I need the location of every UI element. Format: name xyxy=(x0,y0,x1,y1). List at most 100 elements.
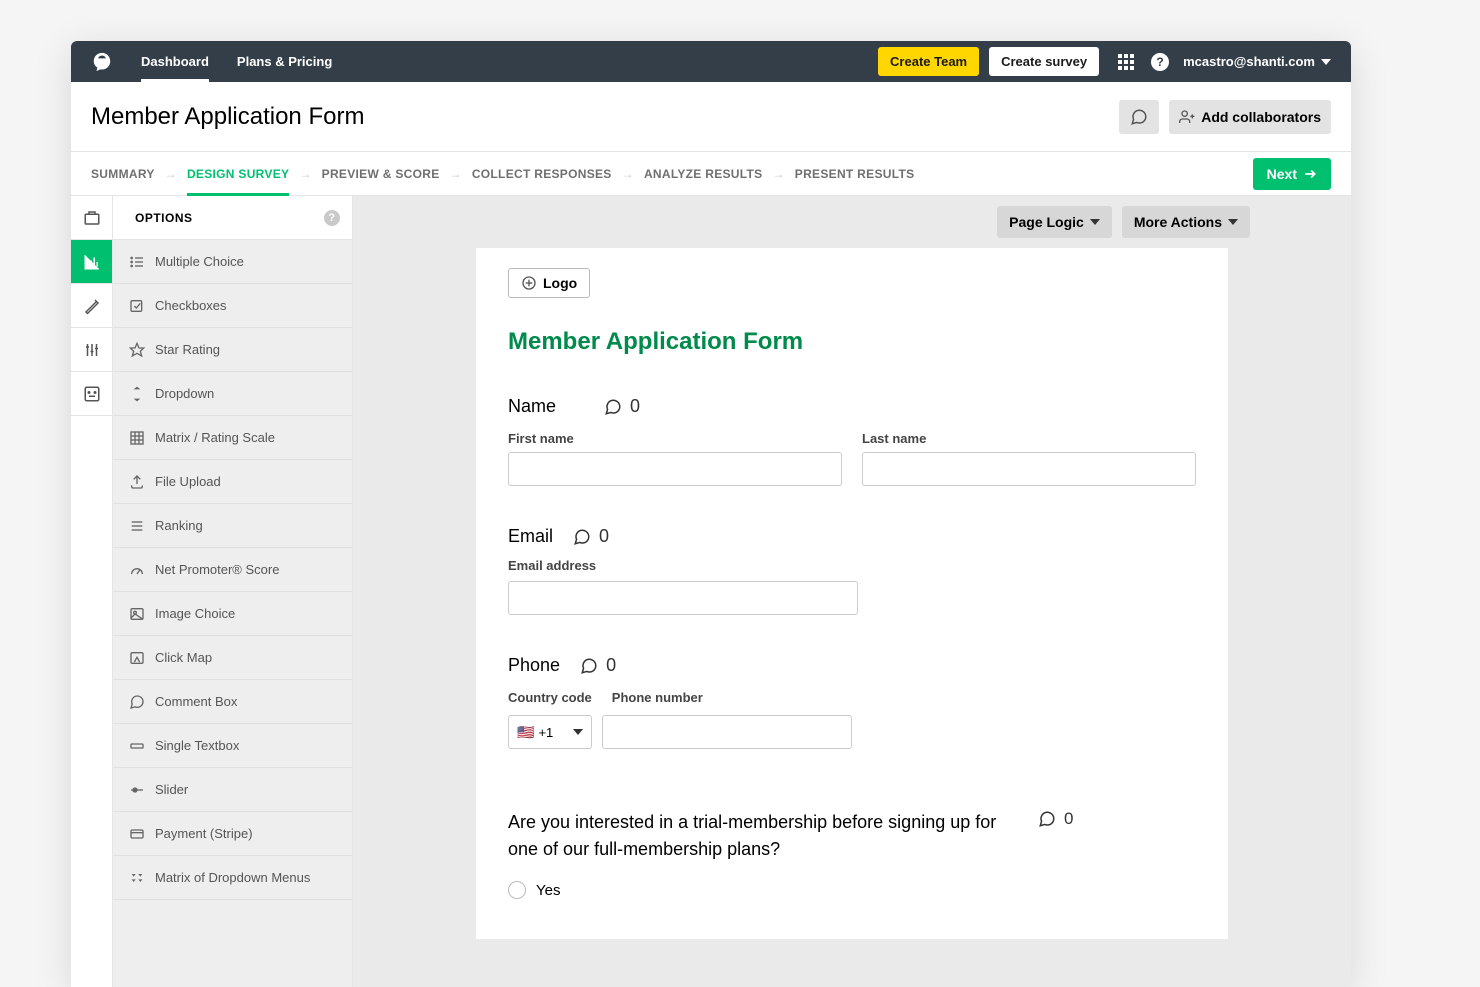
option-checkboxes[interactable]: Checkboxes xyxy=(113,284,352,328)
option-file-upload[interactable]: File Upload xyxy=(113,460,352,504)
add-collaborators-button[interactable]: Add collaborators xyxy=(1169,100,1331,134)
comment-count: 0 xyxy=(606,655,616,676)
rail-tab-build[interactable] xyxy=(71,196,112,240)
radio-option-yes[interactable]: Yes xyxy=(508,881,1196,899)
help-icon[interactable]: ? xyxy=(1151,53,1169,71)
options-panel-header: OPTIONS ? xyxy=(113,196,352,240)
phone-number-input[interactable] xyxy=(602,715,852,749)
step-preview-score[interactable]: PREVIEW & SCORE xyxy=(322,152,440,196)
option-label: Matrix of Dropdown Menus xyxy=(155,870,310,885)
ranking-icon xyxy=(129,518,145,534)
options-help-icon[interactable]: ? xyxy=(324,210,340,226)
option-payment-stripe[interactable]: Payment (Stripe) xyxy=(113,812,352,856)
more-actions-button[interactable]: More Actions xyxy=(1122,206,1250,238)
question-trial: Are you interested in a trial-membership… xyxy=(508,809,1196,899)
nav-plans-pricing[interactable]: Plans & Pricing xyxy=(237,41,332,82)
step-design-survey[interactable]: DESIGN SURVEY xyxy=(187,152,289,196)
option-nps[interactable]: Net Promoter® Score xyxy=(113,548,352,592)
question-phone: Phone 0 Country code Phone number xyxy=(508,655,1196,749)
rail-tab-questions[interactable] xyxy=(71,240,112,284)
step-summary[interactable]: SUMMARY xyxy=(91,152,155,196)
step-present-results[interactable]: PRESENT RESULTS xyxy=(795,152,915,196)
option-star-rating[interactable]: Star Rating xyxy=(113,328,352,372)
arrow-right-icon xyxy=(1303,167,1317,181)
option-single-textbox[interactable]: Single Textbox xyxy=(113,724,352,768)
left-rail xyxy=(71,196,113,987)
question-title[interactable]: Name xyxy=(508,396,556,417)
option-multiple-choice[interactable]: Multiple Choice xyxy=(113,240,352,284)
main-area: OPTIONS ? Multiple Choice Checkboxes Sta… xyxy=(71,196,1351,987)
comment-icon xyxy=(129,694,145,710)
step-analyze-results[interactable]: ANALYZE RESULTS xyxy=(644,152,763,196)
first-name-input[interactable] xyxy=(508,452,842,486)
option-label: Checkboxes xyxy=(155,298,227,313)
question-title[interactable]: Phone xyxy=(508,655,560,676)
step-sep-icon: → xyxy=(622,167,634,181)
nav-dashboard[interactable]: Dashboard xyxy=(141,41,209,82)
grid-icon xyxy=(129,430,145,446)
step-collect-responses[interactable]: COLLECT RESPONSES xyxy=(472,152,612,196)
add-user-icon xyxy=(1179,109,1195,125)
option-dropdown[interactable]: Dropdown xyxy=(113,372,352,416)
rail-tab-style[interactable] xyxy=(71,284,112,328)
question-comments[interactable]: 0 xyxy=(604,396,640,417)
radio-label: Yes xyxy=(536,882,560,899)
option-comment-box[interactable]: Comment Box xyxy=(113,680,352,724)
checkbox-icon xyxy=(129,298,145,314)
page-logic-button[interactable]: Page Logic xyxy=(997,206,1112,238)
option-label: Multiple Choice xyxy=(155,254,244,269)
option-ranking[interactable]: Ranking xyxy=(113,504,352,548)
canvas-toolbar: Page Logic More Actions xyxy=(442,196,1262,248)
email-input[interactable] xyxy=(508,581,858,615)
apps-grid-icon[interactable] xyxy=(1117,53,1135,71)
rail-tab-logic[interactable] xyxy=(71,372,112,416)
click-map-icon xyxy=(129,650,145,666)
add-logo-button[interactable]: Logo xyxy=(508,268,590,298)
next-button[interactable]: Next xyxy=(1253,158,1331,190)
rail-tab-options[interactable] xyxy=(71,328,112,372)
comment-count: 0 xyxy=(1064,809,1073,829)
question-title[interactable]: Email xyxy=(508,526,553,547)
user-email: mcastro@shanti.com xyxy=(1183,54,1315,69)
option-label: Ranking xyxy=(155,518,203,533)
survey-page: Logo Member Application Form Name 0 xyxy=(476,248,1228,939)
user-menu[interactable]: mcastro@shanti.com xyxy=(1183,54,1331,69)
create-team-button[interactable]: Create Team xyxy=(878,47,979,76)
chevron-down-icon xyxy=(1321,57,1331,67)
question-comments[interactable]: 0 xyxy=(573,526,609,547)
options-panel: OPTIONS ? Multiple Choice Checkboxes Sta… xyxy=(113,196,353,987)
question-comments[interactable]: 0 xyxy=(1038,809,1073,829)
option-matrix-rating[interactable]: Matrix / Rating Scale xyxy=(113,416,352,460)
title-bar: Member Application Form Add collaborator… xyxy=(71,82,1351,152)
question-comments[interactable]: 0 xyxy=(580,655,616,676)
comments-button[interactable] xyxy=(1119,100,1159,134)
option-image-choice[interactable]: Image Choice xyxy=(113,592,352,636)
card-icon xyxy=(129,826,145,842)
step-sep-icon: → xyxy=(772,167,784,181)
last-name-label: Last name xyxy=(862,431,1196,446)
comment-icon xyxy=(604,398,622,416)
step-sep-icon: → xyxy=(165,167,177,181)
dropdown-icon xyxy=(129,386,145,402)
list-icon xyxy=(129,254,145,270)
create-survey-button[interactable]: Create survey xyxy=(989,47,1099,76)
option-matrix-dropdown[interactable]: Matrix of Dropdown Menus xyxy=(113,856,352,900)
last-name-input[interactable] xyxy=(862,452,1196,486)
question-title[interactable]: Are you interested in a trial-membership… xyxy=(508,809,1018,863)
survey-title[interactable]: Member Application Form xyxy=(508,328,1196,356)
more-actions-label: More Actions xyxy=(1134,214,1222,230)
option-slider[interactable]: Slider xyxy=(113,768,352,812)
app-frame: Dashboard Plans & Pricing Create Team Cr… xyxy=(71,41,1351,987)
svg-text:?: ? xyxy=(1156,55,1163,69)
chevron-down-icon xyxy=(1228,217,1238,227)
step-nav: SUMMARY → DESIGN SURVEY → PREVIEW & SCOR… xyxy=(71,152,1351,196)
option-label: Star Rating xyxy=(155,342,220,357)
add-collaborators-label: Add collaborators xyxy=(1201,109,1321,125)
option-label: Matrix / Rating Scale xyxy=(155,430,275,445)
option-click-map[interactable]: Click Map xyxy=(113,636,352,680)
textbox-icon xyxy=(129,738,145,754)
logo-btn-label: Logo xyxy=(543,275,577,291)
country-code-select[interactable]: 🇺🇸 +1 xyxy=(508,715,592,749)
option-label: File Upload xyxy=(155,474,221,489)
plus-circle-icon xyxy=(521,275,537,291)
